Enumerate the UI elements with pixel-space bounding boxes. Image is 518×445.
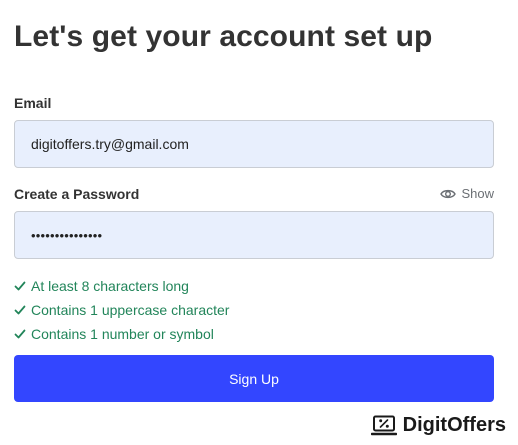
show-label: Show xyxy=(461,186,494,201)
page-title: Let's get your account set up xyxy=(14,20,433,53)
percent-laptop-icon xyxy=(370,415,397,437)
signup-page: Let's get your account set up Email digi… xyxy=(0,0,518,445)
requirement-item: Contains 1 number or symbol xyxy=(14,322,229,346)
eye-icon xyxy=(440,188,457,200)
requirement-text: Contains 1 number or symbol xyxy=(31,326,214,342)
password-field[interactable]: ••••••••••••••• xyxy=(14,211,494,259)
requirement-item: Contains 1 uppercase character xyxy=(14,298,229,322)
requirement-item: At least 8 characters long xyxy=(14,274,229,298)
email-label: Email xyxy=(14,95,52,111)
check-icon xyxy=(14,304,26,316)
email-value: digitoffers.try@gmail.com xyxy=(31,136,189,152)
password-label: Create a Password xyxy=(14,186,140,202)
requirement-text: Contains 1 uppercase character xyxy=(31,302,230,318)
brand-logo: DigitOffers xyxy=(370,414,506,437)
check-icon xyxy=(14,280,26,292)
password-requirements: At least 8 characters long Contains 1 up… xyxy=(14,274,229,346)
show-password-toggle[interactable]: Show xyxy=(440,186,494,201)
email-field[interactable]: digitoffers.try@gmail.com xyxy=(14,120,494,168)
check-icon xyxy=(14,328,26,340)
requirement-text: At least 8 characters long xyxy=(31,278,189,294)
password-value: ••••••••••••••• xyxy=(31,227,103,243)
brand-name: DigitOffers xyxy=(402,414,506,436)
sign-up-button[interactable]: Sign Up xyxy=(14,355,494,402)
